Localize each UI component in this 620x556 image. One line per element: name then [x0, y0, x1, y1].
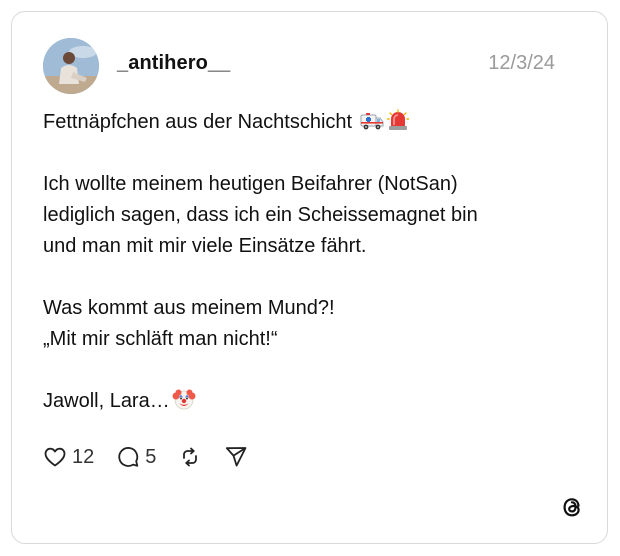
- post-line: „Mit mir schläft man nicht!“: [43, 328, 278, 350]
- post-line: Ich wollte meinem heutigen Beifahrer (No…: [43, 173, 458, 195]
- post-body: Fettnäpfchen aus der Nachtschicht Ich wo…: [43, 107, 583, 417]
- post-line-title: Fettnäpfchen aus der Nachtschicht: [43, 107, 583, 138]
- avatar[interactable]: [43, 38, 99, 94]
- post-text: Fettnäpfchen aus der Nachtschicht: [43, 111, 353, 133]
- repost-button[interactable]: [178, 445, 202, 469]
- like-button[interactable]: 12: [43, 445, 94, 469]
- post-date: 12/3/24: [488, 52, 555, 74]
- comment-count: 5: [145, 445, 157, 468]
- repost-icon: [178, 445, 202, 469]
- username[interactable]: _antihero__: [117, 52, 230, 75]
- comment-icon: [116, 445, 140, 469]
- share-icon: [224, 445, 248, 469]
- police-light-emoji: [386, 108, 410, 132]
- heart-icon: [43, 445, 67, 469]
- share-button[interactable]: [224, 445, 248, 469]
- clown-face-emoji: [172, 387, 196, 411]
- post-line: und man mit mir viele Einsätze fährt.: [43, 235, 367, 257]
- threads-logo-icon[interactable]: [559, 494, 585, 520]
- post-line-signoff: Jawoll, Lara…: [43, 386, 583, 417]
- post-line: lediglich sagen, dass ich ein Scheissema…: [43, 204, 478, 226]
- like-count: 12: [72, 445, 95, 468]
- post-card: _antihero__ 12/3/24 Fettnäpfchen aus der…: [11, 11, 608, 544]
- post-actions: 12 5: [43, 442, 270, 472]
- post-text: Jawoll, Lara…: [43, 390, 170, 412]
- post-line: Was kommt aus meinem Mund?!: [43, 297, 335, 319]
- ambulance-emoji: [360, 108, 384, 132]
- comment-button[interactable]: 5: [116, 445, 156, 469]
